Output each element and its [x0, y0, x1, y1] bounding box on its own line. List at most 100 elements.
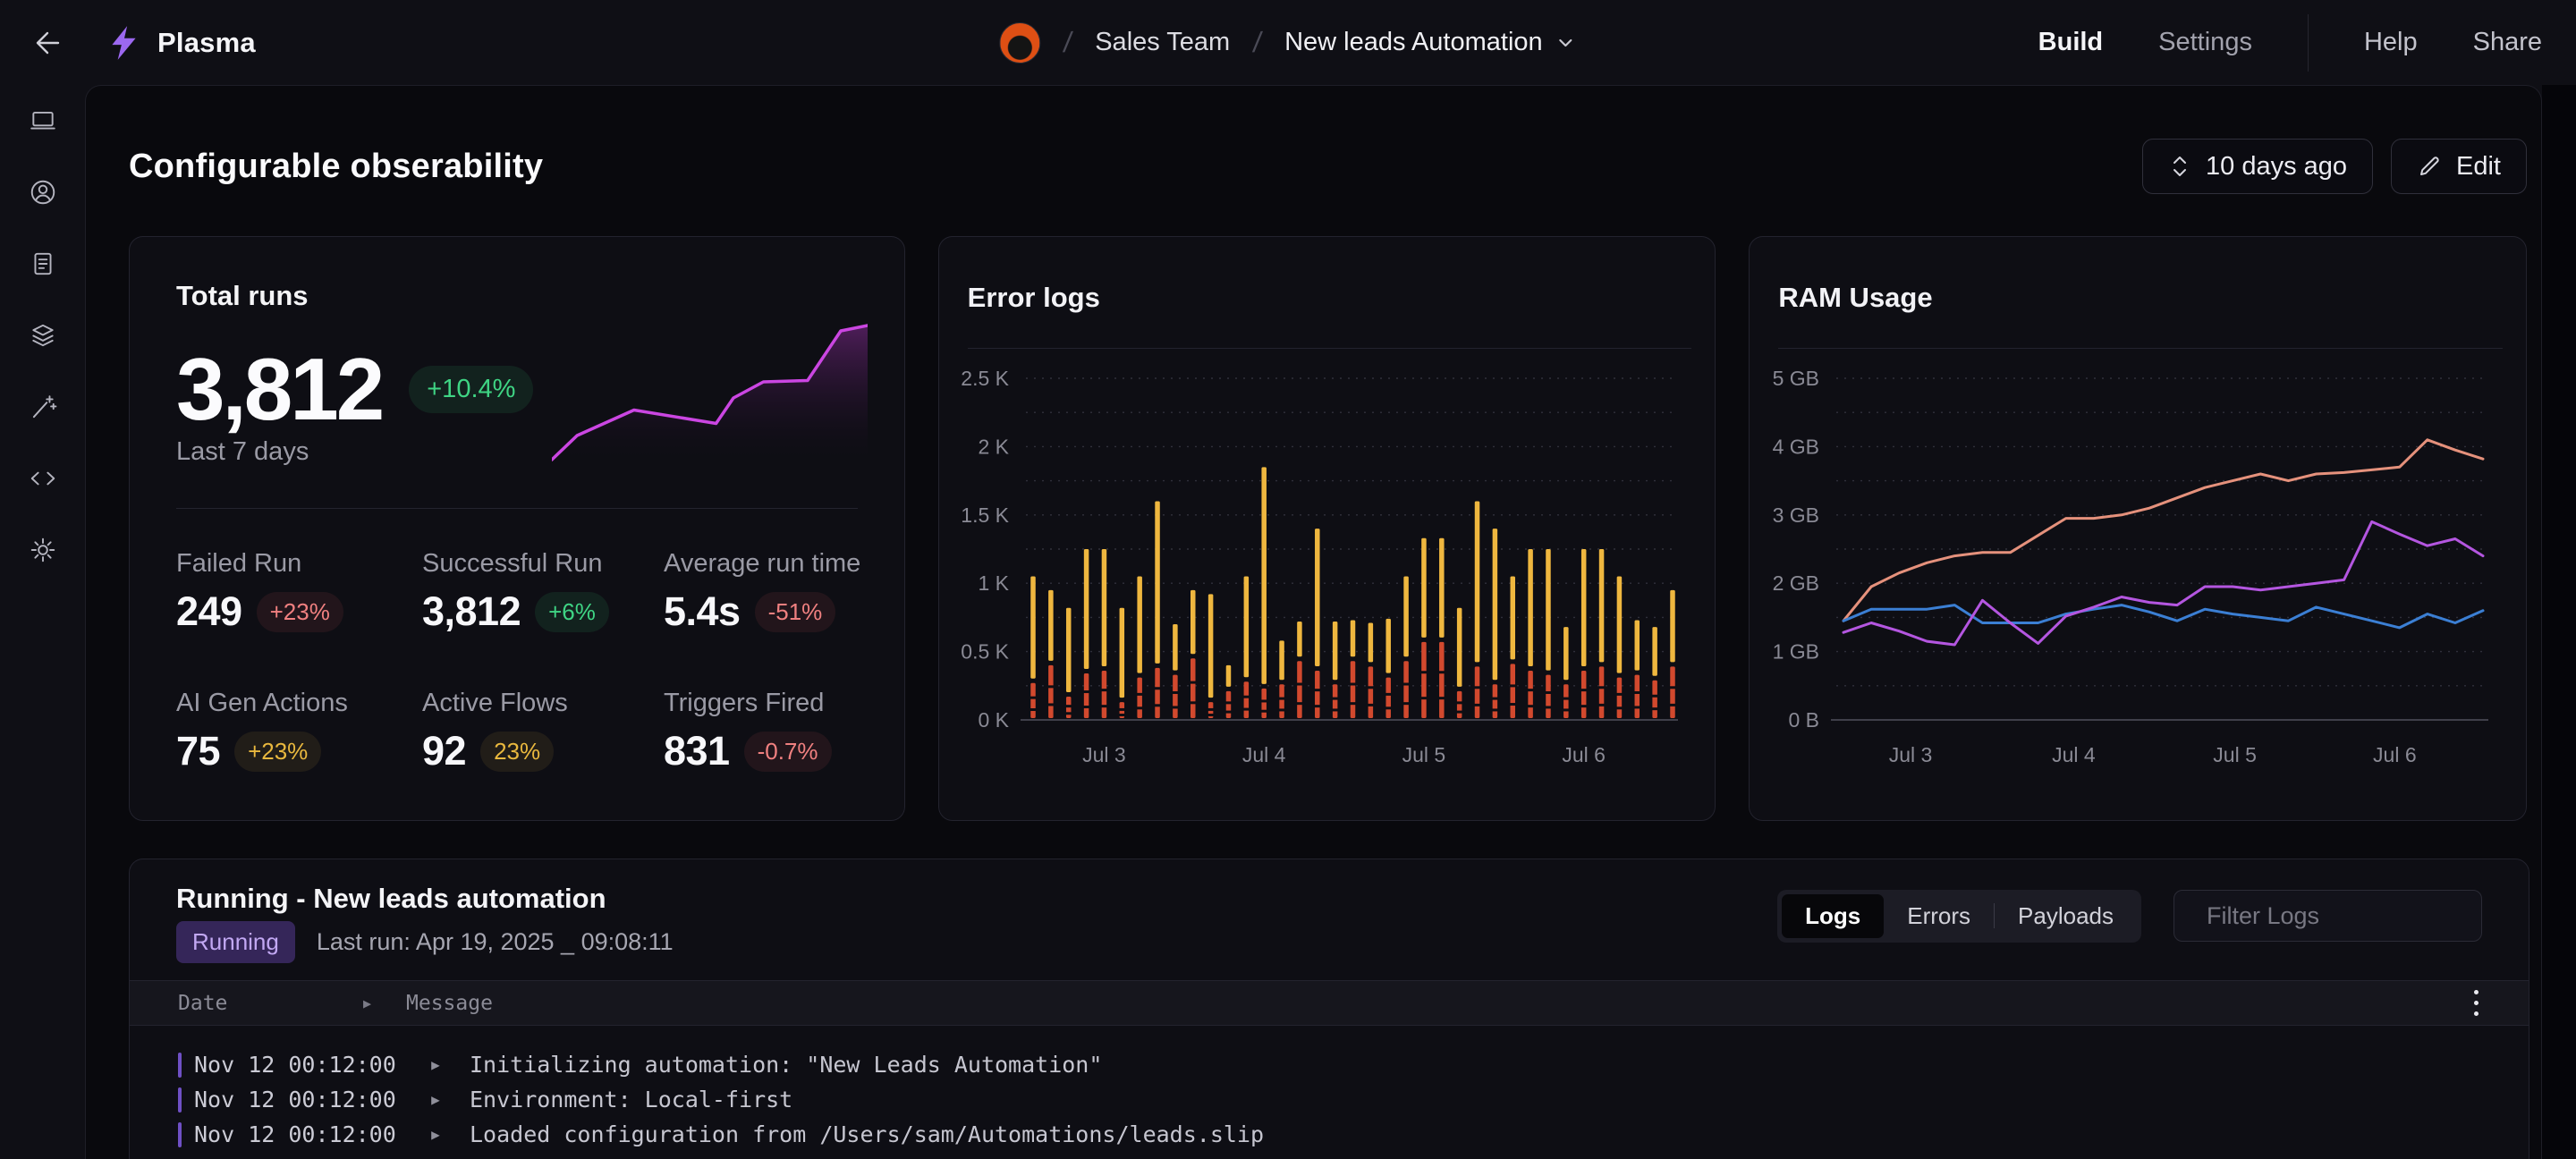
- total-runs-card: Total runs 3,812 +10.4% Last 7 days Fail…: [129, 236, 905, 821]
- svg-text:1 GB: 1 GB: [1773, 640, 1819, 664]
- nav-help[interactable]: Help: [2364, 28, 2418, 57]
- title-actions: 10 days ago Edit: [2142, 139, 2527, 194]
- total-runs-sparkline: [552, 311, 868, 465]
- error-logs-title: Error logs: [968, 282, 1100, 314]
- log-tabs: Logs Errors Payloads: [1777, 890, 2141, 943]
- column-message[interactable]: Message: [406, 992, 493, 1015]
- svg-text:0 K: 0 K: [978, 708, 1009, 732]
- stat-label: Triggers Fired: [664, 687, 869, 719]
- stat-label: Active Flows: [422, 687, 664, 719]
- top-header: Plasma / Sales Team / New leads Automati…: [0, 0, 2576, 85]
- tab-payloads[interactable]: Payloads: [1995, 894, 2137, 938]
- svg-text:1 K: 1 K: [978, 571, 1009, 595]
- stat-value: 5.4s: [664, 588, 741, 635]
- svg-text:0 B: 0 B: [1789, 708, 1820, 732]
- log-date: Nov 12 00:12:00: [194, 1121, 402, 1147]
- column-date[interactable]: Date: [178, 992, 363, 1015]
- svg-text:Jul 3: Jul 3: [1889, 743, 1933, 766]
- stat-label: Successful Run: [422, 547, 664, 580]
- main-content: Configurable obserability 10 days ago Ed…: [85, 85, 2542, 1159]
- page-title: Configurable obserability: [129, 148, 543, 186]
- error-logs-chart: 0 K0.5 K1 K1.5 K2 K2.5 KJul 3Jul 4Jul 5J…: [957, 362, 1682, 791]
- log-row[interactable]: Nov 12 00:12:00 ▶ Loaded configuration f…: [130, 1117, 2529, 1152]
- svg-text:2 GB: 2 GB: [1773, 571, 1819, 595]
- log-date: Nov 12 00:12:00: [194, 1087, 402, 1112]
- log-message: Loaded configuration from /Users/sam/Aut…: [470, 1121, 1264, 1147]
- stat-delta-badge: +23%: [234, 732, 321, 772]
- log-row-accent: [178, 1122, 182, 1147]
- svg-text:Jul 6: Jul 6: [2373, 743, 2417, 766]
- app-name: Plasma: [157, 27, 256, 59]
- code-icon[interactable]: [29, 464, 57, 493]
- kpi-cards-row: Total runs 3,812 +10.4% Last 7 days Fail…: [129, 236, 2527, 821]
- page-titlebar: Configurable obserability 10 days ago Ed…: [129, 138, 2527, 195]
- log-rows: Nov 12 00:12:00 ▶ Initializing automatio…: [130, 1047, 2529, 1152]
- expand-arrow-icon[interactable]: ▶: [402, 1091, 470, 1108]
- filter-logs-input[interactable]: [2207, 902, 2523, 930]
- svg-text:Jul 4: Jul 4: [2052, 743, 2096, 766]
- edit-button[interactable]: Edit: [2391, 139, 2527, 194]
- stat-label: AI Gen Actions: [176, 687, 422, 719]
- nav-build[interactable]: Build: [2038, 28, 2104, 57]
- stat-average-run-time: Average run time 5.4s -51%: [664, 547, 869, 637]
- time-range-button[interactable]: 10 days ago: [2142, 139, 2373, 194]
- monitor-icon[interactable]: [29, 106, 57, 135]
- log-message: Initializing automation: "New Leads Auto…: [470, 1052, 1102, 1078]
- document-icon[interactable]: [29, 250, 57, 278]
- pencil-icon: [2417, 154, 2442, 179]
- svg-text:1.5 K: 1.5 K: [961, 503, 1009, 527]
- stat-active-flows: Active Flows 92 23%: [422, 687, 664, 776]
- gear-icon[interactable]: [29, 536, 57, 564]
- stat-value: 831: [664, 728, 730, 774]
- layers-icon[interactable]: [29, 321, 57, 350]
- stat-successful-run: Successful Run 3,812+6%: [422, 547, 664, 637]
- card-divider: [1778, 348, 2503, 349]
- log-row[interactable]: Nov 12 00:12:00 ▶ Environment: Local-fir…: [130, 1082, 2529, 1117]
- run-log-panel: Running - New leads automation Running L…: [129, 859, 2529, 1159]
- total-runs-title: Total runs: [176, 280, 309, 312]
- svg-text:Jul 5: Jul 5: [1402, 743, 1445, 766]
- stat-label: Failed Run: [176, 547, 422, 580]
- team-avatar[interactable]: [999, 22, 1040, 63]
- stat-value: 249: [176, 588, 242, 635]
- svg-text:Jul 5: Jul 5: [2214, 743, 2258, 766]
- expand-arrow-icon[interactable]: ▶: [402, 1056, 470, 1073]
- expand-arrow-icon[interactable]: ▶: [402, 1126, 470, 1143]
- card-divider: [968, 348, 1692, 349]
- magic-wand-icon[interactable]: [29, 393, 57, 421]
- chevron-down-icon: [1555, 32, 1577, 54]
- updown-chevrons-icon: [2168, 153, 2191, 180]
- stat-delta-badge: 23%: [480, 732, 554, 772]
- top-nav: Build Settings Help Share: [1983, 14, 2542, 72]
- kebab-menu-icon[interactable]: [2474, 990, 2479, 1016]
- back-button[interactable]: [27, 23, 66, 63]
- page-gutter: [2542, 85, 2576, 1159]
- breadcrumb-page[interactable]: New leads Automation: [1284, 28, 1577, 57]
- status-badge: Running: [176, 921, 295, 963]
- kpi-stats-grid: Failed Run 249 +23% Successful Run 3,812+…: [176, 547, 869, 776]
- stat-delta-badge: +6%: [535, 592, 609, 632]
- left-sidebar: [0, 85, 85, 1159]
- log-date: Nov 12 00:12:00: [194, 1052, 402, 1078]
- breadcrumb: / Sales Team / New leads Automation: [999, 0, 1576, 85]
- nav-share[interactable]: Share: [2473, 28, 2542, 57]
- log-message: Environment: Local-first: [470, 1087, 792, 1112]
- stat-delta-badge: -51%: [755, 592, 836, 632]
- stat-triggers-fired: Triggers Fired 831 -0.7%: [664, 687, 869, 776]
- log-row-accent: [178, 1087, 182, 1112]
- stat-label: Average run time: [664, 547, 869, 580]
- nav-settings[interactable]: Settings: [2158, 28, 2252, 57]
- total-runs-period: Last 7 days: [176, 437, 309, 467]
- ram-usage-title: RAM Usage: [1778, 282, 1932, 314]
- breadcrumb-team[interactable]: Sales Team: [1095, 28, 1230, 57]
- ram-usage-card: RAM Usage 0 B1 GB2 GB3 GB4 GB5 GBJul 3Ju…: [1749, 236, 2527, 821]
- card-divider: [176, 508, 858, 509]
- log-row[interactable]: Nov 12 00:12:00 ▶ Initializing automatio…: [130, 1047, 2529, 1082]
- stat-value: 92: [422, 728, 466, 774]
- nav-divider: [2308, 14, 2309, 72]
- filter-logs-field[interactable]: [2174, 890, 2482, 942]
- user-circle-icon[interactable]: [29, 178, 57, 207]
- tab-errors[interactable]: Errors: [1884, 894, 1994, 938]
- stat-delta-badge: -0.7%: [744, 732, 832, 772]
- tab-logs[interactable]: Logs: [1782, 894, 1884, 938]
